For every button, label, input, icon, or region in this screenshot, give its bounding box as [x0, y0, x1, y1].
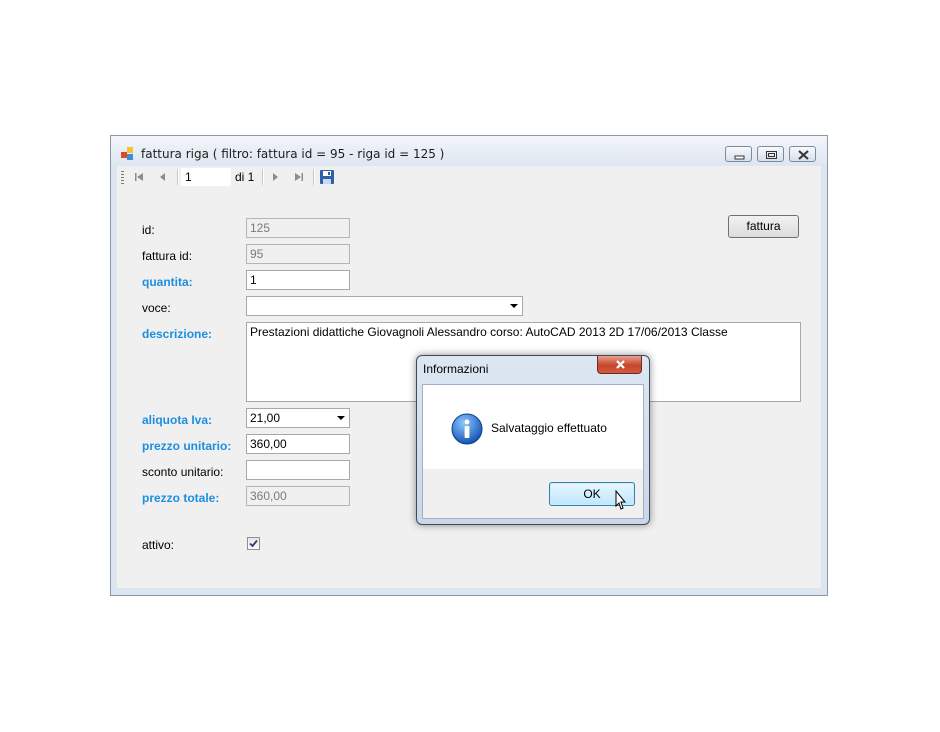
- sconto-unitario-field[interactable]: [246, 460, 350, 480]
- restore-button[interactable]: [757, 146, 784, 162]
- prezzo-unitario-label: prezzo unitario:: [142, 439, 232, 453]
- attivo-label: attivo:: [142, 538, 175, 552]
- move-next-icon[interactable]: [267, 169, 283, 185]
- dialog-close-button[interactable]: [597, 356, 642, 374]
- move-previous-icon[interactable]: [155, 169, 171, 185]
- quantita-label: quantita:: [142, 275, 193, 289]
- id-field[interactable]: 125: [246, 218, 350, 238]
- id-label: id:: [142, 223, 155, 237]
- attivo-checkbox[interactable]: [247, 537, 260, 550]
- voce-combobox[interactable]: [246, 296, 523, 316]
- restore-icon: [766, 151, 777, 159]
- title-bar: fattura riga ( filtro: fattura id = 95 -…: [111, 136, 827, 166]
- prezzo-unitario-field[interactable]: 360,00: [246, 434, 350, 454]
- close-button[interactable]: [789, 146, 816, 162]
- aliquota-iva-value: 21,00: [250, 411, 281, 425]
- voce-label: voce:: [142, 301, 171, 315]
- sconto-unitario-label: sconto unitario:: [142, 465, 224, 479]
- aliquota-iva-combobox[interactable]: 21,00: [246, 408, 350, 428]
- move-last-icon[interactable]: [291, 169, 307, 185]
- close-icon: [616, 360, 625, 369]
- prezzo-totale-field[interactable]: 360,00: [246, 486, 350, 506]
- aliquota-iva-label: aliquota Iva:: [142, 413, 213, 427]
- window-title: fattura riga ( filtro: fattura id = 95 -…: [141, 147, 445, 161]
- count-label: di 1: [235, 170, 255, 184]
- fattura-id-field[interactable]: 95: [246, 244, 350, 264]
- minimize-icon: [734, 155, 745, 160]
- position-input[interactable]: [181, 168, 231, 186]
- move-first-icon[interactable]: [131, 169, 147, 185]
- toolbar-grip[interactable]: [121, 171, 124, 185]
- toolbar-separator: [313, 169, 315, 185]
- info-icon: [451, 413, 483, 445]
- chevron-down-icon[interactable]: [510, 304, 518, 308]
- fattura-id-label: fattura id:: [142, 249, 193, 263]
- descrizione-label: descrizione:: [142, 327, 213, 341]
- dialog-body: Salvataggio effettuato OK: [422, 384, 644, 519]
- mouse-cursor-icon: [615, 490, 627, 510]
- app-icon: [121, 147, 133, 160]
- prezzo-totale-label: prezzo totale:: [142, 491, 220, 505]
- close-icon: [798, 150, 809, 160]
- toolbar-separator: [262, 169, 264, 185]
- fattura-button[interactable]: fattura: [728, 215, 799, 238]
- toolbar-separator: [177, 169, 179, 185]
- dialog-title: Informazioni: [423, 362, 489, 376]
- minimize-button[interactable]: [725, 146, 752, 162]
- checkmark-icon: [249, 539, 258, 548]
- dialog-message: Salvataggio effettuato: [491, 421, 607, 435]
- chevron-down-icon[interactable]: [337, 416, 345, 420]
- binding-navigator: di 1: [117, 166, 821, 190]
- quantita-field[interactable]: 1: [246, 270, 350, 290]
- save-icon[interactable]: [319, 169, 335, 185]
